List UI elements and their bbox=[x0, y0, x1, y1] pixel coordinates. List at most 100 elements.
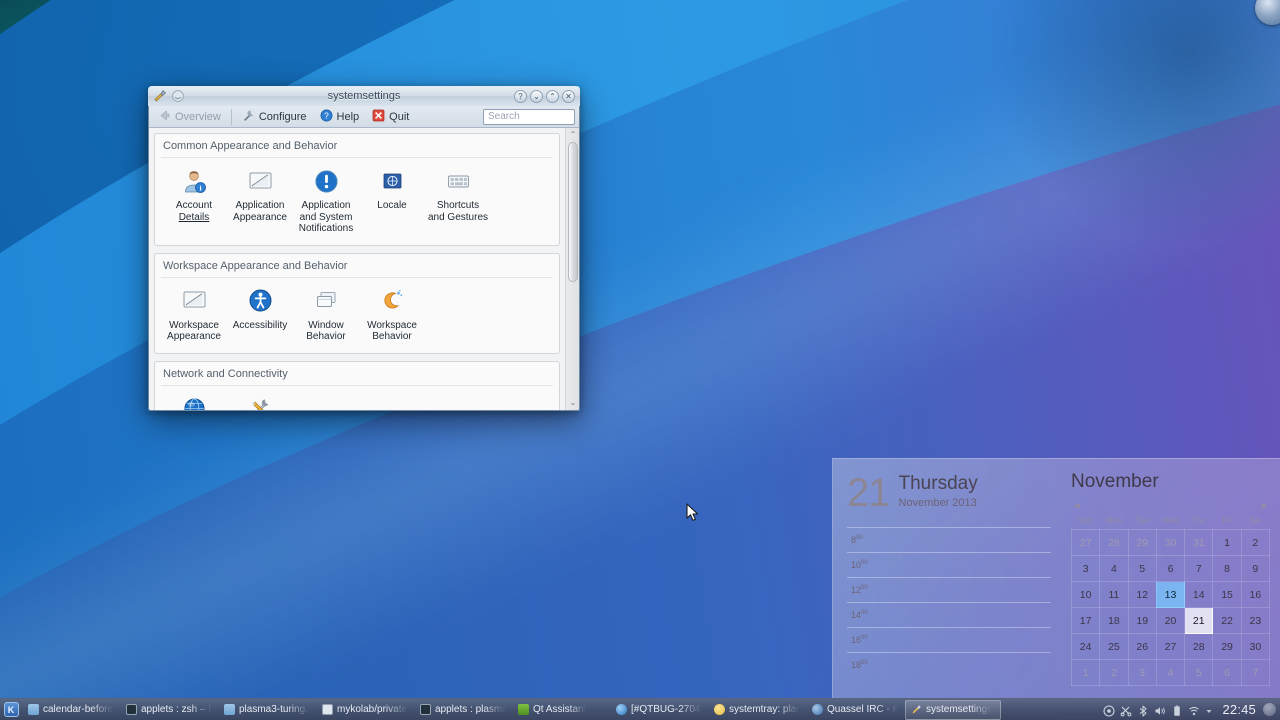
agenda-row[interactable]: 800 bbox=[847, 527, 1051, 552]
calendar-day-cell[interactable]: 2 bbox=[1240, 529, 1271, 556]
calendar-day-cell[interactable]: 29 bbox=[1212, 633, 1242, 660]
tile-workspace-behavior[interactable]: Workspace Behavior bbox=[359, 284, 425, 345]
vertical-scrollbar[interactable]: ⌃ ⌄ bbox=[565, 128, 579, 410]
close-button[interactable]: ✕ bbox=[562, 89, 575, 103]
calendar-day-cell[interactable]: 16 bbox=[1240, 581, 1271, 608]
tile-workspace-appearance[interactable]: Workspace Appearance bbox=[161, 284, 227, 345]
maximize-button[interactable]: ⌃ bbox=[546, 89, 559, 103]
task-button[interactable]: Quassel IRC - #tw bbox=[807, 700, 903, 720]
calendar-day-cell[interactable]: 2 bbox=[1099, 659, 1129, 686]
calendar-grid[interactable]: ◀ ▶ Sun Mon Tue Wed Thu Fri Sat 27 28 29 bbox=[1070, 499, 1271, 686]
agenda-row[interactable]: 1000 bbox=[847, 552, 1051, 577]
tile-notifications[interactable]: Application and System Notifications bbox=[293, 164, 359, 237]
calendar-day-cell[interactable]: 11 bbox=[1099, 581, 1129, 608]
calendar-day-cell[interactable]: 12 bbox=[1127, 581, 1157, 608]
quit-button[interactable]: Quit bbox=[367, 108, 414, 126]
kickoff-menu-button[interactable]: K bbox=[0, 699, 22, 720]
calendar-day-cell-today[interactable]: 13 bbox=[1155, 581, 1186, 608]
overview-button[interactable]: Overview bbox=[153, 108, 226, 126]
calendar-day-cell[interactable]: 1 bbox=[1212, 529, 1242, 556]
calendar-day-cell[interactable]: 3 bbox=[1127, 659, 1157, 686]
window-menu-icon[interactable] bbox=[171, 89, 185, 103]
calendar-day-cell[interactable]: 30 bbox=[1155, 529, 1186, 556]
tile-accessibility[interactable]: Accessibility bbox=[227, 284, 293, 334]
calendar-day-cell[interactable]: 22 bbox=[1212, 607, 1242, 634]
record-icon[interactable] bbox=[1103, 704, 1116, 717]
calendar-day-cell[interactable]: 7 bbox=[1240, 659, 1271, 686]
task-button[interactable]: calendar-before1.p bbox=[23, 700, 119, 720]
calendar-day-cell[interactable]: 3 bbox=[1070, 555, 1101, 582]
calendar-day-cell[interactable]: 5 bbox=[1127, 555, 1157, 582]
calendar-day-cell[interactable]: 26 bbox=[1127, 633, 1157, 660]
search-input[interactable]: Search bbox=[483, 108, 575, 125]
calendar-day-cell[interactable]: 27 bbox=[1155, 633, 1186, 660]
calendar-day-cell[interactable]: 1 bbox=[1070, 659, 1101, 686]
help-menu-button[interactable]: ? Help bbox=[315, 108, 365, 126]
volume-icon[interactable] bbox=[1154, 704, 1166, 716]
calendar-day-cell[interactable]: 28 bbox=[1099, 529, 1129, 556]
prev-month-arrow[interactable]: ◀ bbox=[1074, 501, 1080, 510]
calendar-day-cell[interactable]: 18 bbox=[1099, 607, 1129, 634]
systemsettings-window[interactable]: systemsettings ? ⌄ ⌃ ✕ Overview Configur… bbox=[148, 86, 580, 411]
calendar-day-cell[interactable]: 5 bbox=[1184, 659, 1214, 686]
window-titlebar[interactable]: systemsettings ? ⌄ ⌃ ✕ bbox=[148, 86, 580, 106]
battery-icon[interactable] bbox=[1171, 704, 1183, 716]
tile-network[interactable]: Network bbox=[161, 392, 227, 410]
tile-window-behavior[interactable]: Window Behavior bbox=[293, 284, 359, 345]
agenda-row[interactable]: 1400 bbox=[847, 602, 1051, 627]
scroll-up-arrow[interactable]: ⌃ bbox=[567, 129, 579, 141]
calendar-day-cell[interactable]: 19 bbox=[1127, 607, 1157, 634]
calendar-day-cell[interactable]: 25 bbox=[1099, 633, 1129, 660]
calendar-day-cell[interactable]: 6 bbox=[1155, 555, 1186, 582]
scroll-down-arrow[interactable]: ⌄ bbox=[567, 397, 579, 409]
calendar-day-cell[interactable]: 29 bbox=[1127, 529, 1157, 556]
agenda-row[interactable]: 1200 bbox=[847, 577, 1051, 602]
bluetooth-icon[interactable] bbox=[1137, 704, 1149, 717]
calendar-popup[interactable]: 21 Thursday November 2013 800 1000 1200 … bbox=[832, 458, 1280, 698]
task-button[interactable]: systemtray: plasm bbox=[709, 700, 805, 720]
calendar-day-cell[interactable]: 6 bbox=[1212, 659, 1242, 686]
task-button[interactable]: Qt Assistant bbox=[513, 700, 609, 720]
calendar-day-cell[interactable]: 10 bbox=[1070, 581, 1101, 608]
agenda-row[interactable]: 1800 bbox=[847, 652, 1051, 677]
calendar-day-cell[interactable]: 28 bbox=[1184, 633, 1214, 660]
scrollbar-thumb[interactable] bbox=[568, 142, 578, 282]
calendar-day-cell[interactable]: 15 bbox=[1212, 581, 1242, 608]
tile-ssl-preferences[interactable]: SSL Preferences bbox=[227, 392, 293, 410]
task-button[interactable]: applets : zsh – Kon bbox=[121, 700, 217, 720]
tile-locale[interactable]: Locale bbox=[359, 164, 425, 214]
tray-expand-icon[interactable] bbox=[1205, 704, 1213, 716]
calendar-day-cell-selected[interactable]: 21 bbox=[1184, 607, 1214, 634]
task-button[interactable]: plasma3-turing.pn bbox=[219, 700, 315, 720]
agenda-row[interactable]: 1600 bbox=[847, 627, 1051, 652]
calendar-day-cell[interactable]: 20 bbox=[1155, 607, 1186, 634]
help-button[interactable]: ? bbox=[514, 89, 527, 103]
minimize-button[interactable]: ⌄ bbox=[530, 89, 543, 103]
tile-application-appearance[interactable]: Application Appearance bbox=[227, 164, 293, 225]
network-wifi-icon[interactable] bbox=[1188, 704, 1200, 716]
task-button-active[interactable]: systemsettings bbox=[905, 699, 1001, 720]
calendar-day-cell[interactable]: 23 bbox=[1240, 607, 1271, 634]
calendar-day-cell[interactable]: 8 bbox=[1212, 555, 1242, 582]
task-button[interactable]: [#QTBUG-27041] E bbox=[611, 700, 707, 720]
task-button[interactable]: mykolab/private – bbox=[317, 700, 413, 720]
next-month-arrow[interactable]: ▶ bbox=[1261, 501, 1267, 510]
calendar-day-cell[interactable]: 30 bbox=[1240, 633, 1271, 660]
calendar-day-cell[interactable]: 4 bbox=[1155, 659, 1186, 686]
calendar-day-cell[interactable]: 24 bbox=[1070, 633, 1101, 660]
calendar-day-cell[interactable]: 9 bbox=[1240, 555, 1271, 582]
configure-button[interactable]: Configure bbox=[237, 108, 312, 126]
klipper-scissors-icon[interactable] bbox=[1120, 704, 1132, 716]
calendar-day-cell[interactable]: 27 bbox=[1070, 529, 1101, 556]
task-button[interactable]: applets : plasma-s bbox=[415, 700, 511, 720]
digital-clock[interactable]: 22:45 bbox=[1220, 702, 1263, 717]
pager-widget[interactable] bbox=[1263, 703, 1276, 716]
calendar-day-cell[interactable]: 31 bbox=[1184, 529, 1214, 556]
tile-account-details[interactable]: i Account Details bbox=[161, 164, 227, 225]
calendar-day-cell[interactable]: 4 bbox=[1099, 555, 1129, 582]
svg-text:i: i bbox=[199, 183, 201, 192]
calendar-day-cell[interactable]: 17 bbox=[1070, 607, 1101, 634]
calendar-day-cell[interactable]: 7 bbox=[1184, 555, 1214, 582]
tile-shortcuts-gestures[interactable]: Shortcuts and Gestures bbox=[425, 164, 491, 225]
calendar-day-cell[interactable]: 14 bbox=[1184, 581, 1214, 608]
